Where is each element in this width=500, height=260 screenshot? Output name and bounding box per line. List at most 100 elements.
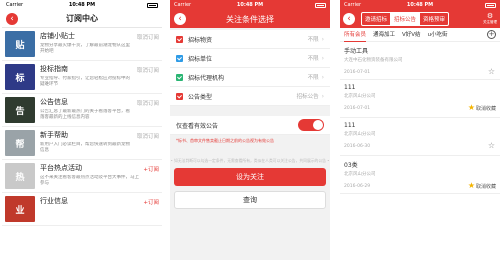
item-thumbnail: 标 <box>5 64 35 90</box>
announcement-date: 2016-07-01 <box>344 69 371 75</box>
star-icon: ★ <box>467 181 475 190</box>
favorite-label: 取消收藏 <box>475 183 496 190</box>
condition-list: 招标物资 不限 › 招标单位 不限 › 招标代理机构 不限 › 公告类型 招标公告 › <box>170 30 330 106</box>
back-icon[interactable]: ‹ <box>174 13 186 25</box>
add-tab-icon[interactable]: + <box>487 30 496 39</box>
chevron-right-icon: › <box>321 35 324 43</box>
clock-label: 10:48 PM <box>236 2 264 8</box>
favorite-button[interactable]: ☆ <box>488 68 496 76</box>
announcement-item[interactable]: 03类北京风山分公司 2016-06-29 ★ 取消收藏 <box>340 156 500 194</box>
announcement-title: 111 <box>344 84 356 91</box>
tab-snack-street[interactable]: u小吃街 <box>428 28 448 42</box>
checkbox-icon[interactable] <box>176 54 183 62</box>
segment-prequalification[interactable]: 资格预审 <box>420 13 448 25</box>
item-description: 这不来关注看客客最热点活动及平台大事件，马上参与 <box>40 175 139 186</box>
valid-only-row: 仅查看有效公告 <box>170 116 330 135</box>
battery-icon <box>147 2 159 8</box>
item-thumbnail: 告 <box>5 97 35 123</box>
subscribe-toggle-button[interactable]: +订阅 <box>143 198 159 206</box>
segment-bid-announcement[interactable]: 招标公告 <box>391 13 421 25</box>
tab-vhao[interactable]: V好V结 <box>402 28 421 42</box>
checkbox-icon[interactable] <box>176 35 183 43</box>
condition-row[interactable]: 招标代理机构 不限 › <box>170 68 330 87</box>
carrier-label: Carrier <box>6 2 24 8</box>
chevron-right-icon: › <box>321 54 324 62</box>
segment-invite-bid[interactable]: 邀请招标 <box>362 13 392 25</box>
item-title: 平台热点活动 <box>40 164 82 172</box>
announcement-item[interactable]: 111 北京风山分公司 2016-06-30 ☆ <box>340 118 500 156</box>
clock-label: 10:48 PM <box>68 2 96 8</box>
checkbox-icon[interactable] <box>176 73 183 81</box>
clock-label: 10:48 PM <box>406 2 434 8</box>
favorite-button[interactable]: ★ 取消收藏 <box>468 182 496 190</box>
announcement-date: 2016-06-29 <box>344 183 371 189</box>
follow-manage-icon: ⚙ <box>486 12 494 20</box>
item-title: 行业信息 <box>40 197 68 205</box>
status-bar: Carrier 10:48 PM <box>2 0 162 10</box>
list-item[interactable]: 帮 新手帮助 新用户入门必读栏目，帮您快速转到最新宠物信息 取消订阅 <box>2 127 162 160</box>
favorite-button[interactable]: ★ 取消收藏 <box>468 104 496 112</box>
announcement-company: 北京风山分公司 <box>344 172 376 177</box>
item-title: 投标指南 <box>40 65 68 73</box>
condition-label: 招标单位 <box>188 55 213 63</box>
subscription-list: 贴店铺小贴士 宠物分享最火爆干货，了解最前潮宠物从这里开始吧 取消订阅标投标指南 专业… <box>2 28 162 226</box>
follow-manage-button[interactable]: ⚙ 关注管理 <box>483 12 497 24</box>
star-icon: ★ <box>467 103 475 112</box>
item-thumbnail: 贴 <box>5 31 35 57</box>
item-title: 公告信息 <box>40 98 68 106</box>
subscribe-toggle-button[interactable]: 取消订阅 <box>137 33 159 41</box>
valid-only-toggle[interactable] <box>298 119 324 131</box>
condition-label: 招标代理机构 <box>188 74 225 82</box>
announcement-item[interactable]: 手动工具 大连中石化物资装备有限公司 2016-07-01 ☆ <box>340 42 500 80</box>
thumbnail-glyph: 热 <box>15 172 25 183</box>
list-item[interactable]: 标 投标指南 专业指导、付家指引，让您轻松应对投标中的疑难环节 取消订阅 <box>2 61 162 94</box>
status-bar: Carrier 10:48 PM <box>340 0 500 10</box>
filter-tabs: 所有会员 通海加工 V好V结 u小吃街 + <box>340 28 500 42</box>
item-description: 公告汇总了最新最热门的关于看落客平台，看落客最新的上线信息内容 <box>40 109 130 120</box>
valid-note: *标书、首审文件售卖截止日期之前的公告视为有效公告 <box>176 138 274 143</box>
subscribe-toggle-button[interactable]: 取消订阅 <box>137 132 159 140</box>
tab-all-members[interactable]: 所有会员 <box>344 28 367 42</box>
condition-select-screen: Carrier 10:48 PM ‹ 关注条件选择 招标物资 不限 › 招标单位 不限 ›… <box>170 0 330 260</box>
list-item[interactable]: 告 公告信息公告汇总了最新最热门的关于看落客平台，看落客最新的上线信息内容 取消订阅 <box>2 94 162 127</box>
announcement-title: 手动工具 <box>344 48 369 55</box>
announcement-company: 北京风山分公司 <box>344 94 376 99</box>
list-item[interactable]: 业 行业信息 +订阅 <box>2 193 162 226</box>
carrier-label: Carrier <box>344 2 362 8</box>
list-item[interactable]: 贴 店铺小贴士宠物分享最火爆干货，了解最前潮宠物从这里开始吧 取消订阅 <box>2 28 162 61</box>
favorite-button[interactable]: ☆ <box>488 142 496 150</box>
item-thumbnail: 业 <box>5 196 35 222</box>
star-icon: ☆ <box>487 67 495 76</box>
page-title: 关注条件选择 <box>226 14 274 24</box>
item-description: 宠物分享最火爆干货，了解最前潮宠物从这里开始吧 <box>40 43 130 54</box>
category-segment: 邀请招标 招标公告 资格预审 <box>361 12 450 26</box>
checkbox-icon[interactable] <box>176 92 183 100</box>
announcement-item[interactable]: 111 北京风山分公司 2016-07-01 ★ 取消收藏 <box>340 80 500 118</box>
list-item[interactable]: 热 平台热点活动这不来关注看客客最热点活动及平台大事件，马上参与 +订阅 <box>2 160 162 193</box>
item-title: 店铺小贴士 <box>40 32 75 40</box>
back-icon[interactable]: ‹ <box>6 12 18 25</box>
subscription-center-screen: Carrier 10:48 PM ‹ 订阅中心 贴 店铺小贴士 宠物分享最火爆干货，… <box>2 0 162 260</box>
announcement-date: 2016-07-01 <box>344 105 371 111</box>
announcement-title: 03类 <box>344 162 358 169</box>
subscribe-toggle-button[interactable]: 取消订阅 <box>137 66 159 74</box>
announcement-company: 北京风山分公司 <box>344 132 376 137</box>
status-bar: Carrier 10:48 PM <box>170 0 330 10</box>
nav-bar: ‹ 关注条件选择 <box>170 10 330 28</box>
favorite-label: 取消收藏 <box>475 105 496 112</box>
condition-value: 不限 <box>307 56 319 62</box>
back-icon[interactable]: ‹ <box>343 13 355 25</box>
query-button[interactable]: 查询 <box>174 191 326 209</box>
condition-value: 不限 <box>307 37 319 43</box>
set-follow-button[interactable]: 设为关注 <box>174 168 326 186</box>
battery-icon <box>485 2 497 8</box>
item-title: 新手帮助 <box>40 131 68 139</box>
condition-row[interactable]: 公告类型 招标公告 › <box>170 87 330 106</box>
subscribe-toggle-button[interactable]: +订阅 <box>143 165 159 173</box>
nav-bar: ‹ 邀请招标 招标公告 资格预审 ⚙ 关注管理 <box>340 10 500 28</box>
condition-row[interactable]: 招标单位 不限 › <box>170 49 330 68</box>
condition-row[interactable]: 招标物资 不限 › <box>170 30 330 49</box>
tab-tonghai[interactable]: 通海加工 <box>373 28 395 42</box>
battery-icon <box>315 2 327 8</box>
subscribe-toggle-button[interactable]: 取消订阅 <box>137 99 159 107</box>
